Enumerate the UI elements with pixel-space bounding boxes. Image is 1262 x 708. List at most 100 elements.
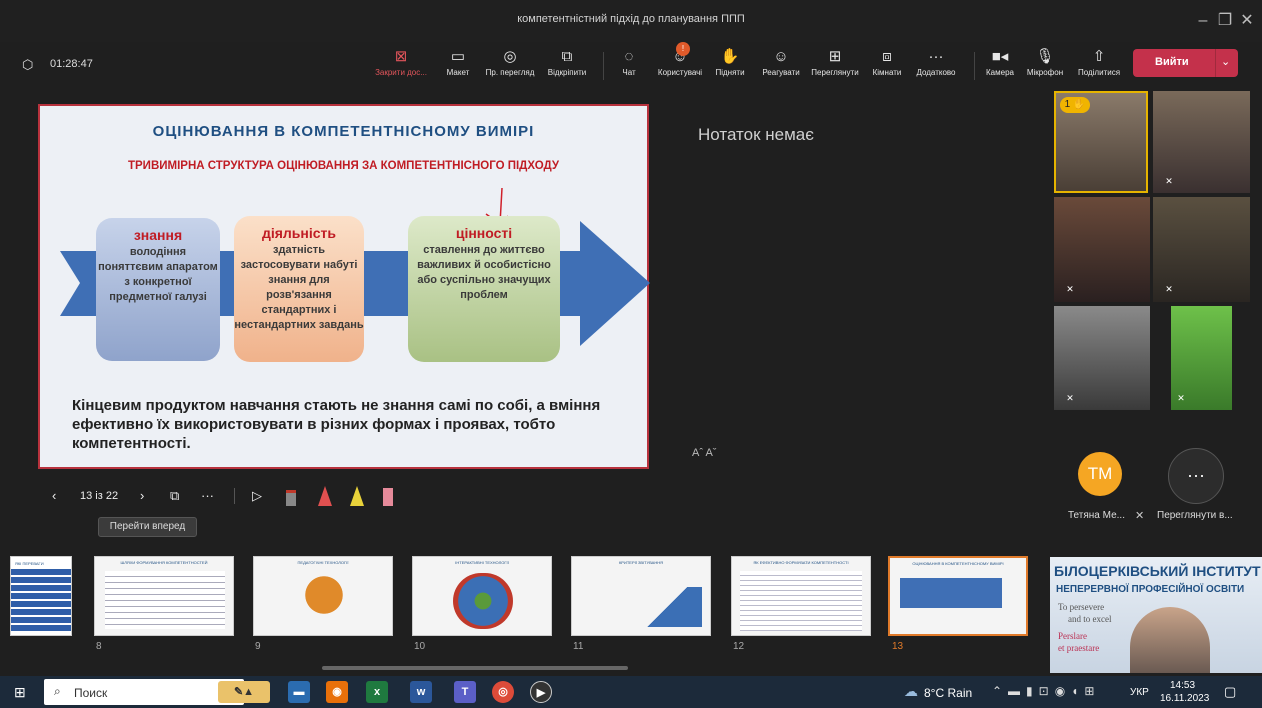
raised-hand-badge: 1 ✋ <box>1060 97 1090 113</box>
close-content-button[interactable]: ⊠ Закрити дос... <box>370 42 432 88</box>
muted-mic-icon: ✕ <box>1177 393 1185 403</box>
knowledge-text: володіння поняттєвим апаратом з конкретн… <box>98 246 218 303</box>
red-pen-icon[interactable] <box>286 490 296 506</box>
thumb-title: ЯКІ ПЕРЕВАГИ <box>15 561 44 566</box>
participant-video-raised[interactable]: 1 ✋ <box>1054 91 1148 193</box>
values-heading: цінності <box>455 225 513 241</box>
meeting-toolbar: ⬡ 01:28:47 ⊠ Закрити дос... ▭ Макет ◎ Пр. п… <box>0 42 1262 88</box>
minimize-icon[interactable]: – <box>1192 10 1214 32</box>
thumb-title: ІНТЕРАКТИВНІ ТЕХНОЛОГІЇ <box>455 560 509 565</box>
chat-button[interactable]: ◌ Чат <box>614 42 644 88</box>
close-content-label: Закрити дос... <box>375 68 427 77</box>
thumb-content <box>105 571 225 629</box>
knowledge-heading: знання <box>133 227 183 243</box>
highlighter-icon[interactable] <box>350 486 364 506</box>
mic-button[interactable]: 🎙 Мікрофон <box>1020 42 1070 88</box>
font-size-controls[interactable]: Aˆ Aˇ <box>692 447 716 459</box>
raise-hand-button[interactable]: ✋ Підняти <box>712 42 748 88</box>
mic-label: Мікрофон <box>1026 68 1064 77</box>
pointer-icon[interactable]: ▷ <box>252 484 262 508</box>
view-label: Переглянути <box>811 68 859 77</box>
presenter-view-button[interactable]: ◎ Пр. перегляд <box>480 42 540 88</box>
participant-video[interactable]: ✕ <box>1171 306 1232 410</box>
thumb-content <box>11 569 71 631</box>
system-tray-icons[interactable]: ⌃▬▮⊡◉◖⊞ <box>992 684 1101 698</box>
windows-taskbar: ⊞ ⌕ Поиск ✎▲ ▬ ◉ x w T ◎ ▶ ☁ 8°C Rain ⌃▬… <box>0 676 1262 708</box>
media-player-icon[interactable]: ▶ <box>530 681 552 703</box>
window-title: компетентністний підхід до планування ПП… <box>517 13 745 25</box>
slide-thumbnail[interactable]: КРИТЕРІЇ ЗВІТУВАННЯ <box>571 556 711 636</box>
more-button[interactable]: ··· Додатково <box>910 42 962 88</box>
more-participants-button[interactable]: ··· <box>1168 448 1224 504</box>
previous-slide-icon[interactable]: ‹ <box>52 484 56 508</box>
leave-button[interactable]: Вийти ⌄ <box>1133 49 1238 77</box>
taskbar-search-box[interactable]: ⌕ Поиск <box>44 679 244 705</box>
smile-icon: ☺ <box>773 48 789 65</box>
muted-mic-icon: ✕ <box>1165 284 1173 294</box>
react-button[interactable]: ☺ Реагувати <box>756 42 806 88</box>
thumbnail-number-current: 13 <box>892 641 904 652</box>
file-explorer-icon[interactable]: ▬ <box>288 681 310 703</box>
slide-thumbnail[interactable]: ЯКІ ПЕРЕВАГИ <box>10 556 72 636</box>
participant-video[interactable]: ✕ <box>1054 306 1150 410</box>
clock-date[interactable]: 16.11.2023 <box>1160 693 1209 704</box>
notification-badge: ! <box>676 42 690 56</box>
layout-button[interactable]: ▭ Макет <box>440 42 476 88</box>
search-placeholder: Поиск <box>74 686 108 700</box>
language-indicator[interactable]: УКР <box>1130 687 1149 698</box>
slide-thumbnail[interactable]: ПЕДАГОГІЧНІ ТЕХНОЛОГІЇ <box>253 556 393 636</box>
view-button[interactable]: ⊞ Переглянути <box>806 42 864 88</box>
share-button[interactable]: ⇧ Поділитися <box>1074 42 1124 88</box>
unpin-button[interactable]: ⧉ Відкріпити <box>542 42 592 88</box>
more-icon: ··· <box>928 48 944 65</box>
teams-icon[interactable]: T <box>454 681 476 703</box>
slide-thumbnail[interactable]: ЯК ЕФЕКТИВНО ФОРМУВАТИ КОМПЕТЕНТНОСТІ <box>731 556 871 636</box>
red-marker-icon[interactable] <box>318 486 332 506</box>
participant-video[interactable]: ✕ <box>1153 197 1250 302</box>
notification-icon[interactable]: ▢ <box>1224 684 1236 700</box>
muted-mic-icon: ✕ <box>1135 510 1145 522</box>
eraser-icon[interactable] <box>383 488 393 506</box>
more-options-icon[interactable]: ··· <box>201 484 214 508</box>
avatar[interactable]: TM <box>1078 452 1122 496</box>
activity-text: здатність застосовувати набуті знання дл… <box>234 244 364 331</box>
thumbnail-number: 9 <box>255 641 261 652</box>
tree-image <box>304 571 344 631</box>
chevron-down-icon[interactable]: ⌄ <box>1221 55 1230 68</box>
firefox-icon[interactable]: ◉ <box>326 681 348 703</box>
camera-button[interactable]: ■◂ Камера <box>982 42 1018 88</box>
windows-start-icon[interactable]: ⊞ <box>14 684 26 701</box>
widget-icon[interactable]: ✎▲ <box>218 681 270 703</box>
thumbnail-scrollbar[interactable] <box>322 666 628 670</box>
layout-label: Макет <box>446 68 470 77</box>
grid-view-icon[interactable]: ⧉ <box>170 484 179 508</box>
close-box-icon: ⊠ <box>394 48 408 65</box>
clock-time[interactable]: 14:53 <box>1170 680 1195 691</box>
notes-empty-text: Нотаток немає <box>698 125 814 144</box>
hand-icon: ✋ <box>720 48 740 65</box>
weather-text[interactable]: 8°C Rain <box>924 686 972 700</box>
thumbnail-number: 8 <box>96 641 102 652</box>
motto-line: and to excel <box>1068 614 1112 624</box>
next-slide-icon[interactable]: › <box>140 484 144 508</box>
thumb-title: ЯК ЕФЕКТИВНО ФОРМУВАТИ КОМПЕТЕНТНОСТІ <box>753 560 849 565</box>
slide-thumbnail[interactable]: ІНТЕРАКТИВНІ ТЕХНОЛОГІЇ <box>412 556 552 636</box>
steps-graphic <box>632 587 702 627</box>
presenter-view-label: Пр. перегляд <box>485 68 535 77</box>
participant-video[interactable]: ✕ <box>1153 91 1250 193</box>
unpin-label: Відкріпити <box>547 68 587 77</box>
chrome-icon[interactable]: ◎ <box>492 681 514 703</box>
word-icon[interactable]: w <box>410 681 432 703</box>
slide-thumbnail[interactable]: ШЛЯХИ ФОРМУВАННЯ КОМПЕТЕНТНОСТЕЙ <box>94 556 234 636</box>
slide-title: ОЦІНЮВАННЯ В КОМПЕТЕНТНІСНОМУ ВИМІРІ <box>152 123 535 140</box>
camera-icon: ■◂ <box>991 48 1009 65</box>
excel-icon[interactable]: x <box>366 681 388 703</box>
close-icon[interactable]: ✕ <box>1236 10 1258 32</box>
rooms-button[interactable]: ⧈ Кімнати <box>868 42 906 88</box>
thumb-content <box>740 571 862 631</box>
institute-subtitle: НЕПЕРЕРВНОЇ ПРОФЕСІЙНОЇ ОСВІТИ <box>1056 584 1245 595</box>
maximize-icon[interactable]: ❐ <box>1214 10 1236 32</box>
participant-video[interactable]: ✕ <box>1054 197 1150 302</box>
slide-thumbnail-current[interactable]: ОЦІНЮВАННЯ В КОМПЕТЕНТНІСНОМУ ВИМІРІ <box>888 556 1028 636</box>
presenter-video[interactable]: БІЛОЦЕРКІВСЬКИЙ ІНСТИТУТ НЕПЕРЕРВНОЇ ПРО… <box>1050 557 1262 673</box>
